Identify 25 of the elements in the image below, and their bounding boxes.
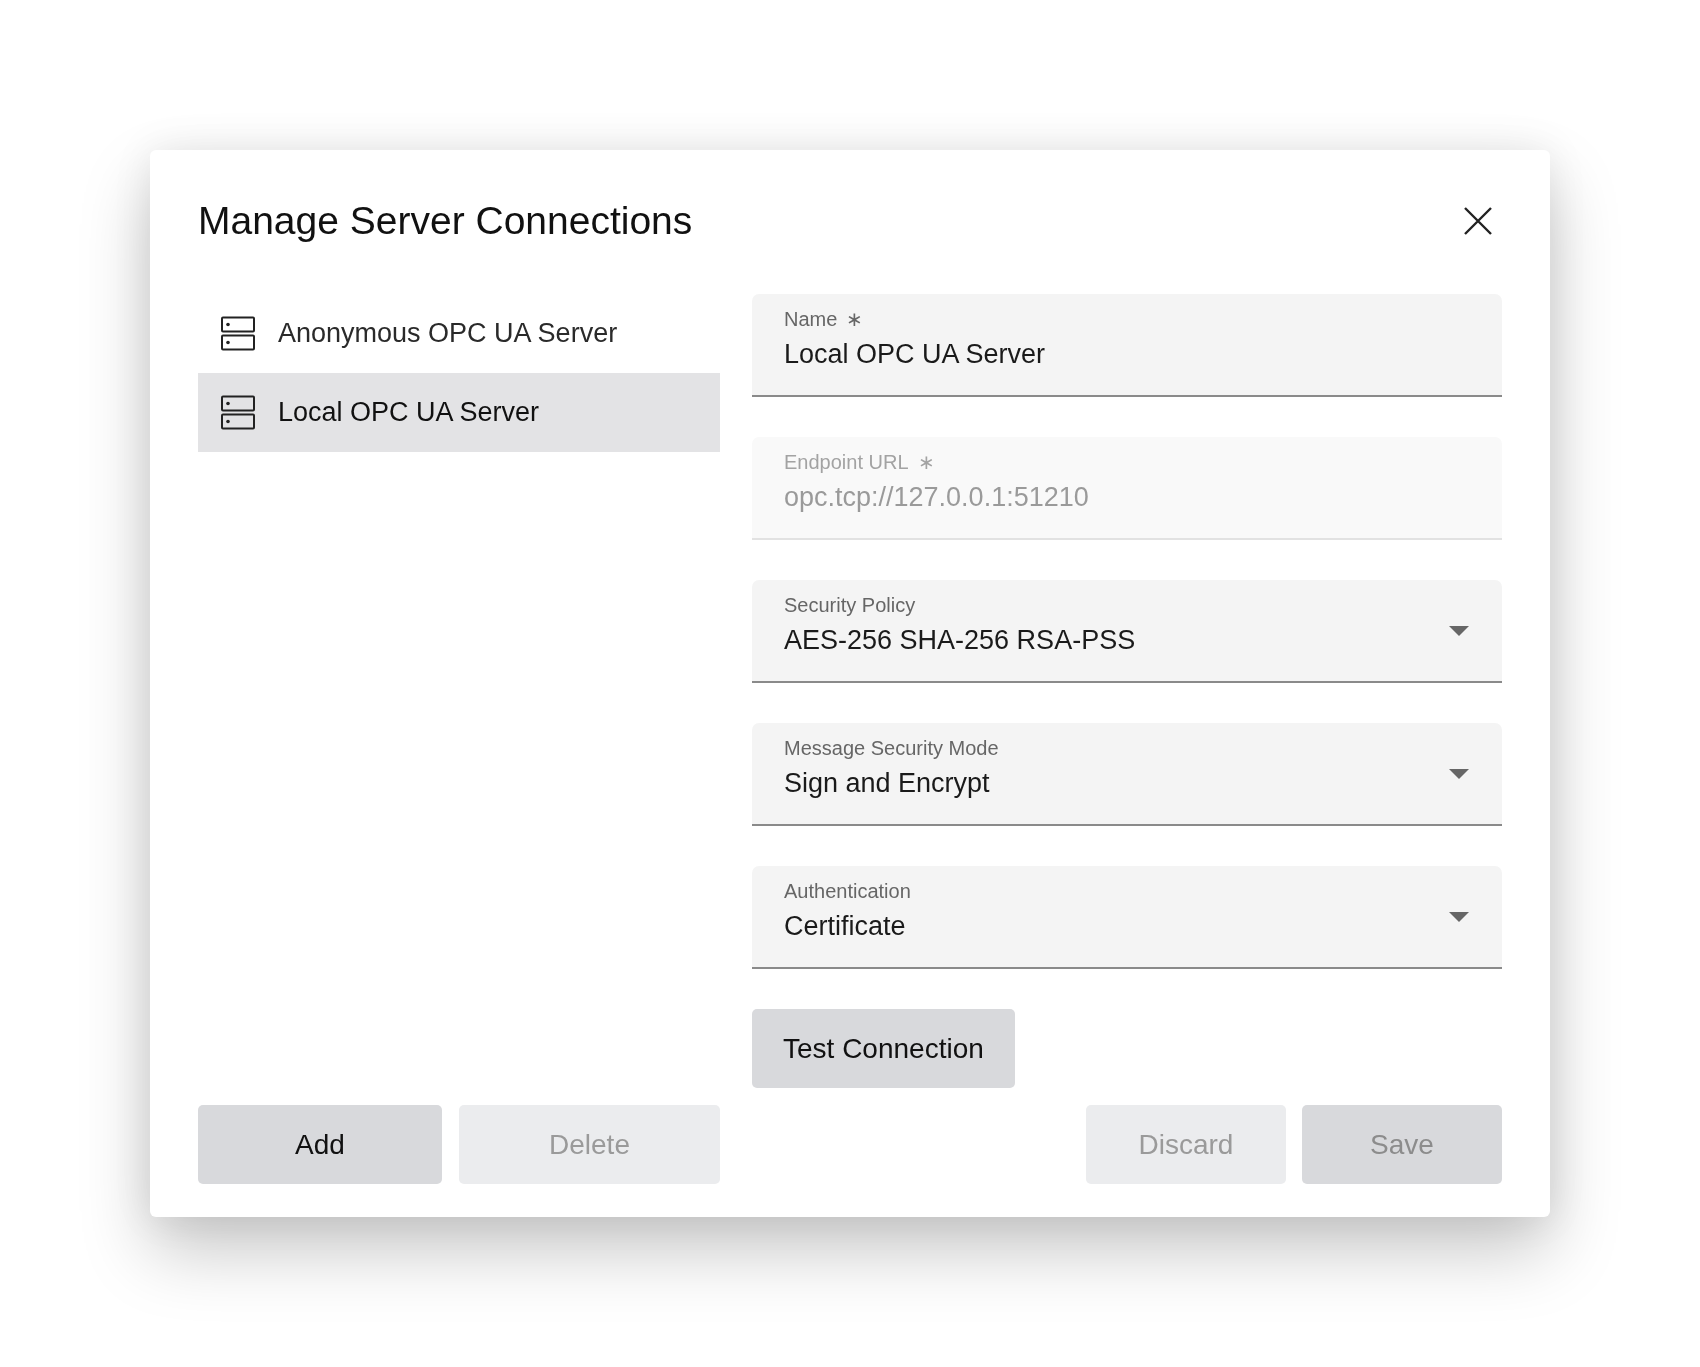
field-value: AES-256 SHA-256 RSA-PSS	[784, 624, 1136, 657]
field-label: Name ∗	[784, 307, 864, 332]
text-field[interactable]: Name ∗ Local OPC UA Server	[752, 294, 1502, 397]
action-button[interactable]: Add	[198, 1105, 442, 1184]
server-icon	[221, 316, 255, 351]
field-label: Endpoint URL ∗	[784, 450, 935, 475]
caret-icon	[1449, 625, 1469, 636]
close-icon[interactable]	[1464, 207, 1492, 235]
field-label: Security Policy	[784, 593, 916, 618]
select-field[interactable]: Security Policy AES-256 SHA-256 RSA-PSS	[752, 580, 1502, 683]
server-icon	[221, 395, 255, 430]
select-field[interactable]: Authentication Certificate	[752, 866, 1502, 969]
field-value: Local OPC UA Server	[784, 338, 1046, 371]
field-value: opc.tcp://127.0.0.1:51210	[784, 481, 1089, 514]
dialog-title: Manage Server Connections	[198, 198, 693, 244]
select-field[interactable]: Message Security Mode Sign and Encrypt	[752, 723, 1502, 826]
field-value: Sign and Encrypt	[784, 767, 990, 800]
field-value: Certificate	[784, 910, 906, 943]
caret-icon	[1449, 911, 1469, 922]
caret-icon	[1449, 768, 1469, 779]
action-button[interactable]: Test Connection	[752, 1009, 1015, 1088]
field-label: Message Security Mode	[784, 736, 999, 761]
field-label: Authentication	[784, 879, 911, 904]
server-list-item[interactable]: Anonymous OPC UA Server	[198, 294, 720, 373]
server-list-item[interactable]: Local OPC UA Server	[198, 373, 720, 452]
